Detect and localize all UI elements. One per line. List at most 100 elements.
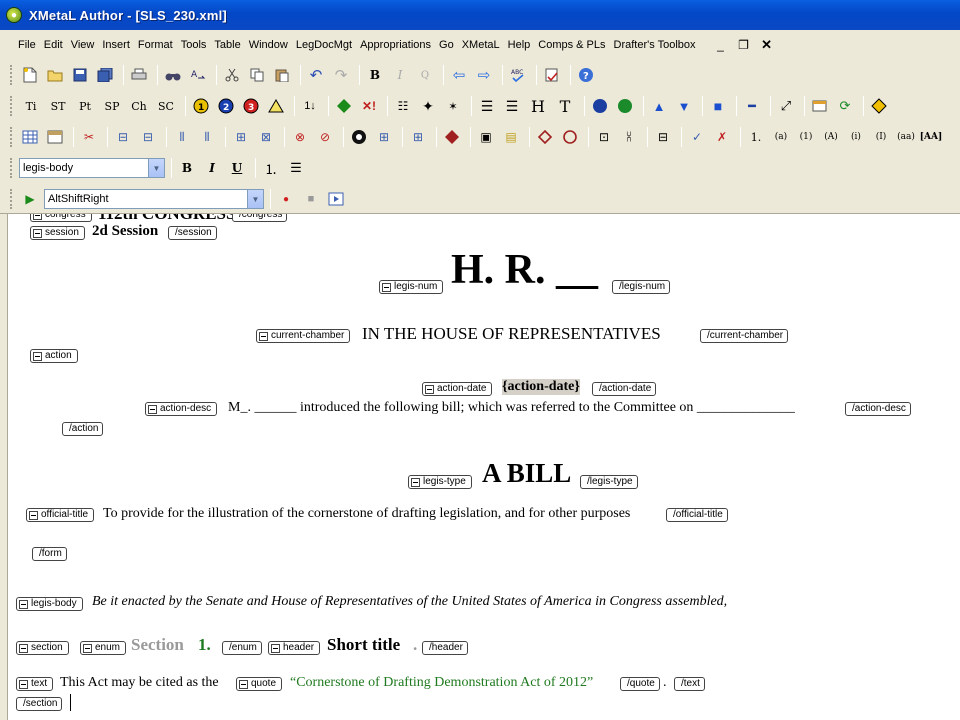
tag-legis-type-end[interactable]: /legis-type	[580, 475, 638, 489]
warning-triangle-icon[interactable]	[265, 95, 287, 117]
enum-paren-1-button[interactable]: (1)	[795, 126, 817, 148]
toolbar-grip[interactable]	[10, 65, 13, 85]
note-icon[interactable]: ▤	[500, 126, 522, 148]
run-macro-icon[interactable]: ▶	[19, 188, 41, 210]
toolbar-grip[interactable]	[10, 127, 13, 147]
delete-column-icon[interactable]: ⊘	[314, 126, 336, 148]
copy-icon[interactable]	[246, 64, 268, 86]
tag-header-start[interactable]: header	[268, 641, 321, 655]
enum-cap-aa-button[interactable]: [AA]	[920, 126, 942, 148]
tag-section-end[interactable]: /section	[16, 697, 63, 711]
tag-official-title-end[interactable]: /official-title	[666, 508, 728, 522]
tag-legis-num-start[interactable]: legis-num	[379, 280, 444, 294]
new-document-icon[interactable]	[19, 64, 41, 86]
numbered-list-icon[interactable]: ⒈	[260, 157, 282, 179]
black-circle-icon[interactable]	[348, 126, 370, 148]
find-replace-icon[interactable]: A	[187, 64, 209, 86]
play-macro-icon[interactable]	[325, 188, 347, 210]
cut-icon[interactable]	[221, 64, 243, 86]
tag-congress-start[interactable]: congress	[30, 214, 92, 222]
menu-file[interactable]: File	[14, 34, 40, 56]
new-table-icon[interactable]: ⊞	[373, 126, 395, 148]
circle-outline-icon[interactable]	[559, 126, 581, 148]
delete-element-icon[interactable]: ✕!	[358, 95, 380, 117]
tag-action-start[interactable]: action	[30, 349, 78, 363]
bold-toolbar-icon[interactable]: B	[364, 64, 386, 86]
tag-legis-type-start[interactable]: legis-type	[408, 475, 472, 489]
tag-enum-end[interactable]: /enum	[222, 641, 262, 655]
insert-row-after-icon[interactable]: ⊟	[137, 126, 159, 148]
macro-combo[interactable]: AltShiftRight ▼	[44, 189, 264, 209]
tag-quote-end[interactable]: /quote	[620, 677, 660, 691]
mdi-close-button[interactable]: ✕	[757, 36, 777, 54]
green-diamond-icon[interactable]	[333, 95, 355, 117]
tag-action-end[interactable]: /action	[62, 422, 104, 436]
tag-enum-start[interactable]: enum	[80, 641, 127, 655]
merge-cell-icon[interactable]: ⊠	[255, 126, 277, 148]
properties-icon[interactable]	[809, 95, 831, 117]
refresh-icon[interactable]: ⟳	[834, 95, 856, 117]
spellcheck-icon[interactable]: ABC	[507, 64, 529, 86]
menu-format[interactable]: Format	[134, 34, 177, 56]
tag-current-chamber-end[interactable]: /current-chamber	[700, 329, 789, 343]
tag-text-end[interactable]: /text	[674, 677, 705, 691]
enum-cap-i-button[interactable]: (I)	[870, 126, 892, 148]
tag-form-end[interactable]: /form	[32, 547, 67, 561]
move-up-icon[interactable]: ▲	[648, 95, 670, 117]
menu-view[interactable]: View	[67, 34, 99, 56]
circle-three-icon[interactable]: 3	[240, 95, 262, 117]
undo-icon[interactable]: ↶	[305, 64, 327, 86]
paste-icon[interactable]	[271, 64, 293, 86]
style-combo[interactable]: legis-body ▼	[19, 158, 165, 178]
dash-icon[interactable]: ━	[741, 95, 763, 117]
action-date-text[interactable]: {action-date}	[502, 379, 580, 395]
road-sign-icon[interactable]	[868, 95, 890, 117]
tag-action-desc-start[interactable]: action-desc	[145, 402, 218, 416]
underline-button[interactable]: U	[226, 157, 248, 179]
enum-cap-a-button[interactable]: (A)	[820, 126, 842, 148]
menu-legdocmgt[interactable]: LegDocMgt	[292, 34, 356, 56]
small-star-icon[interactable]: ✶	[442, 95, 464, 117]
sort-icon[interactable]: 1↓	[299, 95, 321, 117]
list-dots-icon[interactable]: ☷	[392, 95, 414, 117]
tag-text-start[interactable]: text	[16, 677, 54, 691]
filter-icon[interactable]: ⩆	[618, 126, 640, 148]
sp-button[interactable]: SP	[100, 95, 124, 117]
sc-button[interactable]: SC	[154, 95, 178, 117]
stop-macro-icon[interactable]: ■	[300, 188, 322, 210]
chevron-down-icon[interactable]: ▼	[247, 190, 263, 208]
circle-two-icon[interactable]: 2	[215, 95, 237, 117]
validate-document-icon[interactable]	[541, 64, 563, 86]
tag-action-date-end[interactable]: /action-date	[592, 382, 657, 396]
delete-row-icon[interactable]: ⊗	[289, 126, 311, 148]
tag-session-start[interactable]: session	[30, 226, 85, 240]
menu-tools[interactable]: Tools	[177, 34, 211, 56]
menu-drafters-toolbox[interactable]: Drafter's Toolbox	[610, 34, 700, 56]
tag-session-end[interactable]: /session	[168, 226, 217, 240]
menu-edit[interactable]: Edit	[40, 34, 67, 56]
tag-legis-body-start[interactable]: legis-body	[16, 597, 83, 611]
bulleted-list-icon[interactable]: ☰	[285, 157, 307, 179]
record-macro-icon[interactable]: ●	[275, 188, 297, 210]
move-down-icon[interactable]: ▼	[673, 95, 695, 117]
ch-button[interactable]: Ch	[127, 95, 151, 117]
enum-aa-button[interactable]: (aa)	[895, 126, 917, 148]
tag-legis-num-end[interactable]: /legis-num	[612, 280, 671, 294]
document-editor[interactable]: congress 112th CONGRESS /congress sessio…	[0, 214, 960, 720]
tag-official-title-start[interactable]: official-title	[26, 508, 95, 522]
italic-toolbar-icon[interactable]: I	[389, 64, 411, 86]
enum-i-button[interactable]: (i)	[845, 126, 867, 148]
help-icon[interactable]: ?	[575, 64, 597, 86]
tag-action-date-start[interactable]: action-date	[422, 382, 493, 396]
menu-xmetal[interactable]: XMetaL	[458, 34, 504, 56]
table-grid-icon[interactable]	[19, 126, 41, 148]
insert-row-icon[interactable]: ⊟	[112, 126, 134, 148]
menu-insert[interactable]: Insert	[98, 34, 134, 56]
tag-quote-start[interactable]: quote	[236, 677, 283, 691]
green-circle-icon[interactable]	[614, 95, 636, 117]
open-folder-icon[interactable]	[44, 64, 66, 86]
tag-congress-end[interactable]: /congress	[232, 214, 288, 222]
menu-window[interactable]: Window	[245, 34, 292, 56]
enum-a-button[interactable]: (a)	[770, 126, 792, 148]
save-icon[interactable]	[69, 64, 91, 86]
